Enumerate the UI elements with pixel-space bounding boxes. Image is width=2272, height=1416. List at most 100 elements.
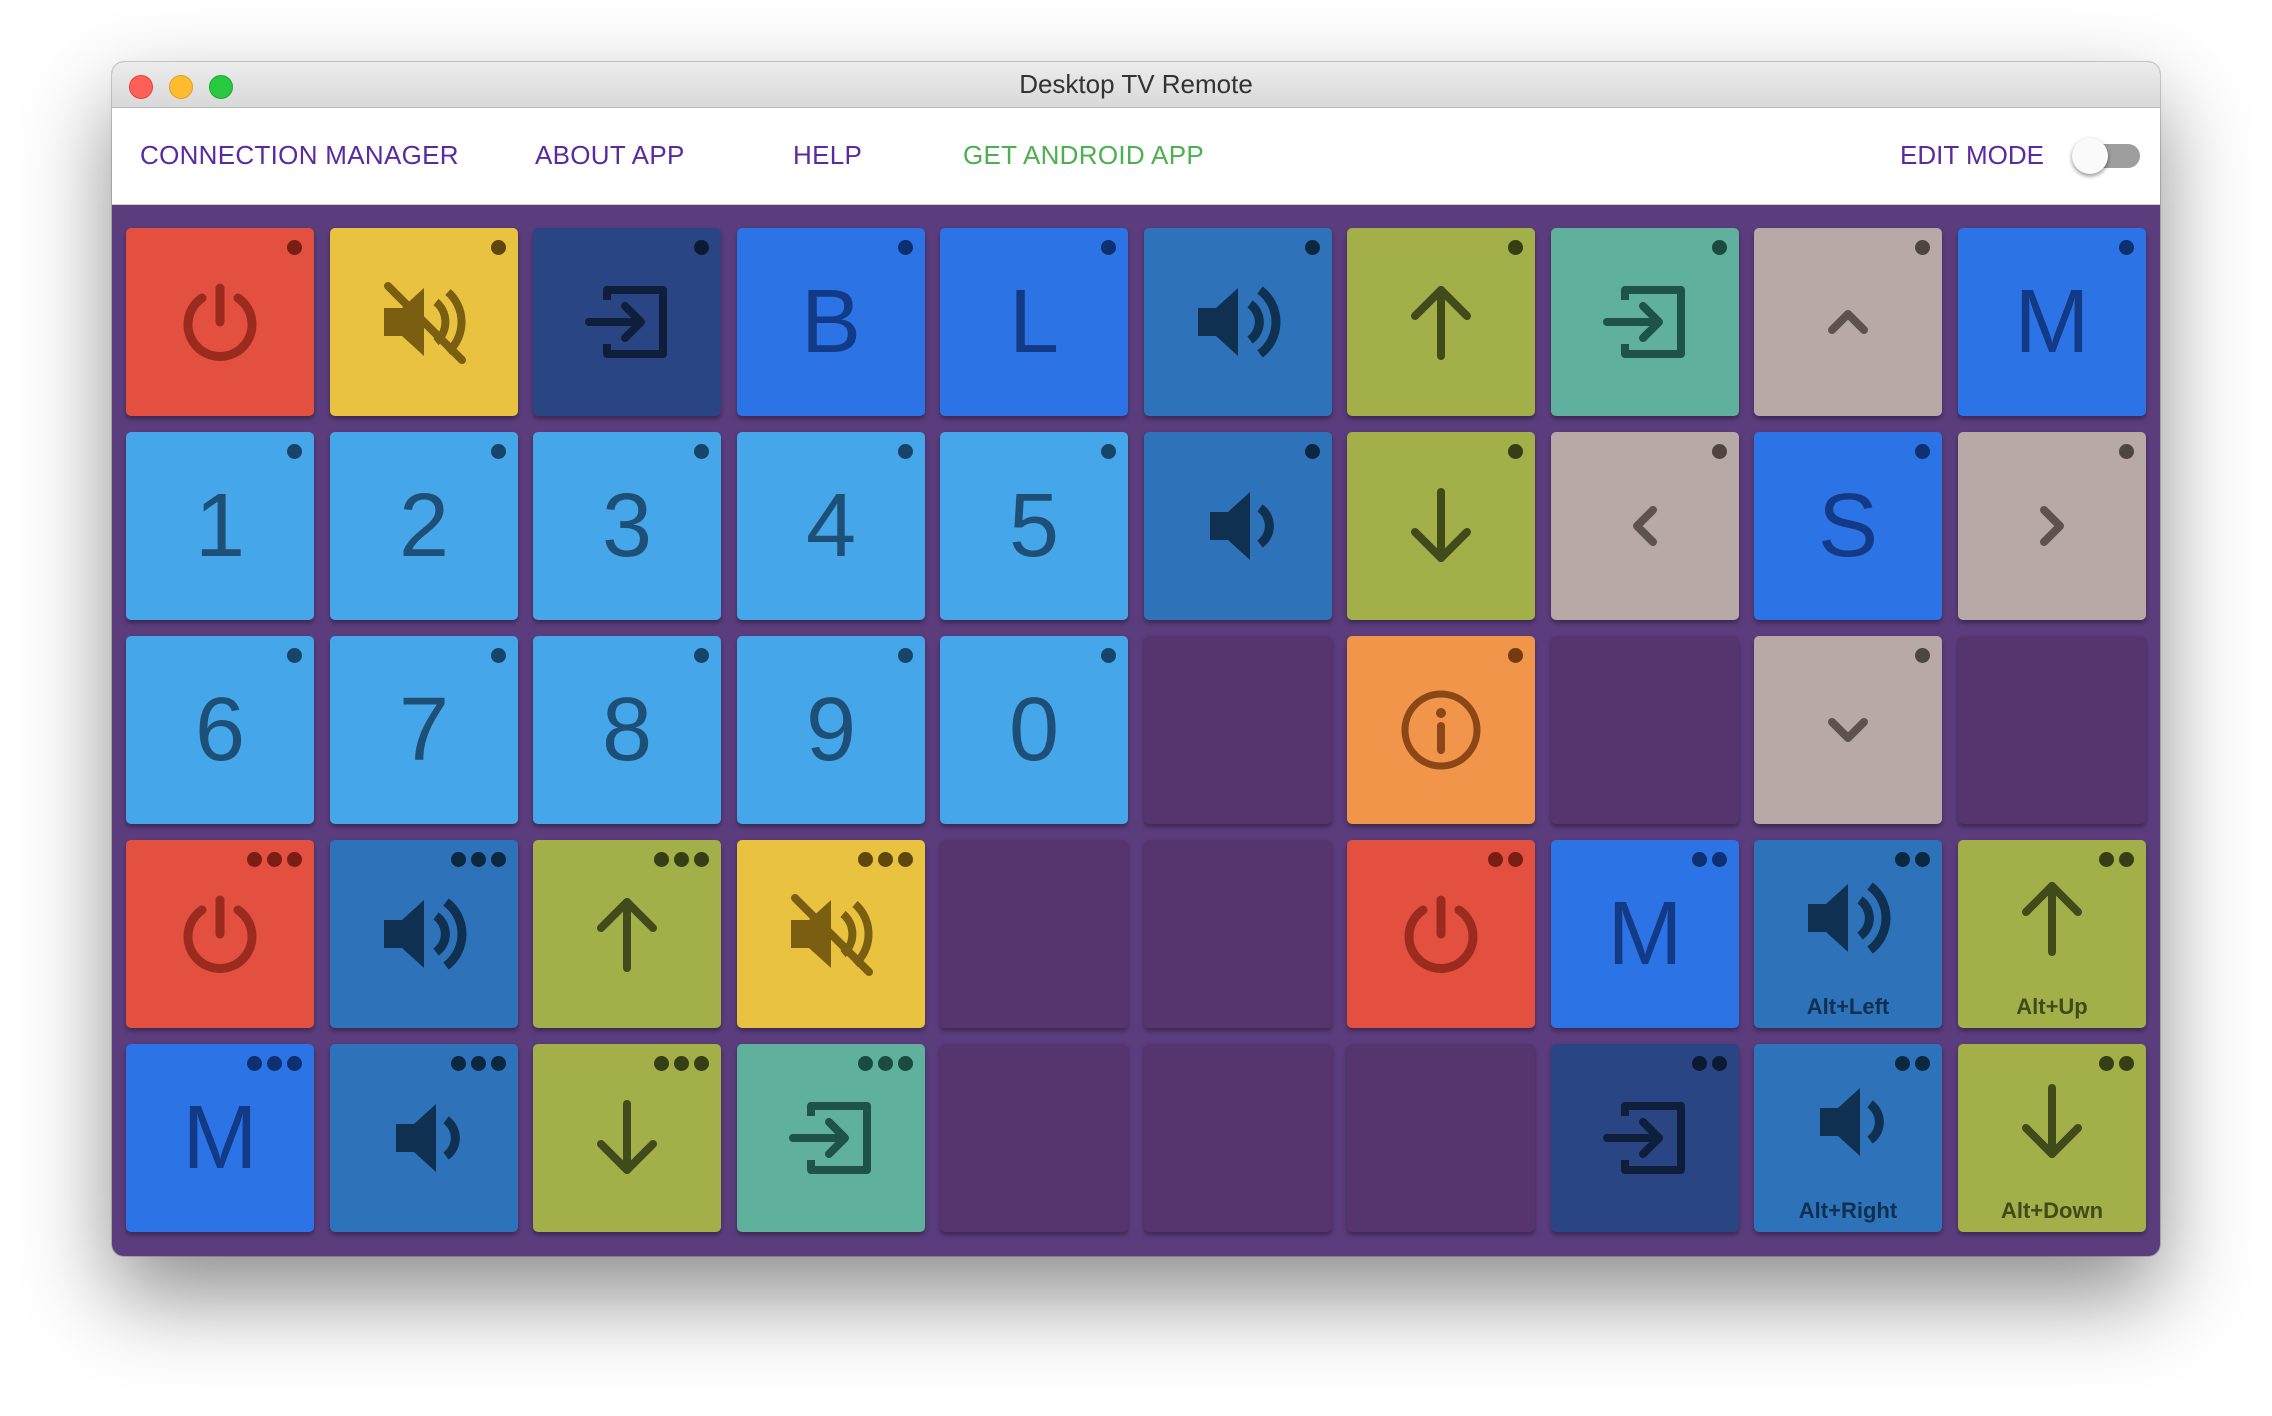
key-7-button[interactable]: 7 — [330, 636, 518, 824]
status-dots — [287, 444, 302, 459]
volume-down-button[interactable] — [330, 1044, 518, 1232]
key-9-button[interactable]: 9 — [737, 636, 925, 824]
empty-slot[interactable] — [1347, 1044, 1535, 1232]
power-button[interactable] — [1347, 840, 1535, 1028]
key-4-button[interactable]: 4 — [737, 432, 925, 620]
status-dot — [491, 444, 506, 459]
chevron-left-button[interactable] — [1551, 432, 1739, 620]
volume-up-button[interactable] — [1144, 228, 1332, 416]
status-dots — [858, 852, 913, 867]
status-dot — [858, 852, 873, 867]
status-dots — [2119, 444, 2134, 459]
key-s-button[interactable]: S — [1754, 432, 1942, 620]
volume-up-button[interactable] — [330, 840, 518, 1028]
tile-label: S — [1817, 476, 1879, 576]
arrow-down-button[interactable] — [533, 1044, 721, 1232]
arrow-down-icon — [597, 1100, 657, 1174]
shortcut-label: Alt+Right — [1798, 1198, 1898, 1223]
key-2-button[interactable]: 2 — [330, 432, 518, 620]
volume-down-button[interactable]: Alt+Right — [1754, 1044, 1942, 1232]
tile-label: 3 — [601, 476, 653, 576]
volume-up-button[interactable]: Alt+Left — [1754, 840, 1942, 1028]
chevron-right-button[interactable] — [1958, 432, 2146, 620]
empty-slot[interactable] — [1144, 840, 1332, 1028]
maximize-window-button[interactable] — [209, 75, 233, 99]
status-dot — [694, 852, 709, 867]
empty-slot[interactable] — [940, 840, 1128, 1028]
chevron-up-icon — [1828, 310, 1868, 334]
empty-slot[interactable] — [1958, 636, 2146, 824]
status-dots — [858, 1056, 913, 1071]
arrow-down-button[interactable] — [1347, 432, 1535, 620]
status-dot — [471, 852, 486, 867]
info-button[interactable] — [1347, 636, 1535, 824]
key-8-button[interactable]: 8 — [533, 636, 721, 824]
status-dot — [694, 240, 709, 255]
minimize-window-button[interactable] — [169, 75, 193, 99]
key-m-button[interactable]: M — [126, 1044, 314, 1232]
status-dot — [1712, 444, 1727, 459]
power-button[interactable] — [126, 228, 314, 416]
volume-up-icon — [384, 898, 467, 970]
get-android-app-link[interactable]: GET ANDROID APP — [963, 140, 1204, 171]
connection-manager-link[interactable]: CONNECTION MANAGER — [140, 140, 459, 171]
empty-slot[interactable] — [1144, 636, 1332, 824]
empty-slot[interactable] — [940, 1044, 1128, 1232]
key-1-button[interactable]: 1 — [126, 432, 314, 620]
chevron-up-button[interactable] — [1754, 228, 1942, 416]
tile-label: 9 — [805, 680, 857, 780]
key-0-button[interactable]: 0 — [940, 636, 1128, 824]
key-3-button[interactable]: 3 — [533, 432, 721, 620]
status-dot — [1915, 852, 1930, 867]
key-l-button[interactable]: L — [940, 228, 1128, 416]
arrow-up-button[interactable] — [533, 840, 721, 1028]
status-dots — [247, 852, 302, 867]
arrow-up-button[interactable]: Alt+Up — [1958, 840, 2146, 1028]
key-5-button[interactable]: 5 — [940, 432, 1128, 620]
key-m-button[interactable]: M — [1958, 228, 2146, 416]
app-window: Desktop TV Remote CONNECTION MANAGER ABO… — [112, 62, 2160, 1256]
key-6-button[interactable]: 6 — [126, 636, 314, 824]
status-dot — [1305, 444, 1320, 459]
help-link[interactable]: HELP — [793, 140, 862, 171]
empty-slot[interactable] — [1144, 1044, 1332, 1232]
status-dot — [287, 852, 302, 867]
status-dot — [1692, 852, 1707, 867]
empty-slot[interactable] — [1551, 636, 1739, 824]
window-title: Desktop TV Remote — [1019, 69, 1253, 99]
status-dot — [491, 648, 506, 663]
edit-mode-toggle[interactable] — [2072, 138, 2144, 174]
status-dot — [2119, 852, 2134, 867]
info-icon — [1401, 690, 1481, 770]
key-b-button[interactable]: B — [737, 228, 925, 416]
close-window-button[interactable] — [129, 75, 153, 99]
arrow-down-button[interactable]: Alt+Down — [1958, 1044, 2146, 1232]
volume-down-button[interactable] — [1144, 432, 1332, 620]
status-dots — [451, 852, 506, 867]
tile-label: L — [1008, 272, 1060, 372]
input-button[interactable] — [737, 1044, 925, 1232]
chevron-down-icon — [1828, 718, 1868, 742]
mute-button[interactable] — [737, 840, 925, 1028]
status-dot — [491, 1056, 506, 1071]
status-dots — [1915, 240, 1930, 255]
shortcut-label: Alt+Left — [1806, 994, 1890, 1019]
menu-bar: CONNECTION MANAGER ABOUT APP HELP GET AN… — [112, 108, 2160, 205]
mute-button[interactable] — [330, 228, 518, 416]
status-dot — [1508, 648, 1523, 663]
status-dot — [1712, 240, 1727, 255]
status-dot — [1101, 240, 1116, 255]
status-dot — [1712, 1056, 1727, 1071]
key-m-button[interactable]: M — [1551, 840, 1739, 1028]
tile-label: B — [800, 272, 862, 372]
chevron-down-button[interactable] — [1754, 636, 1942, 824]
power-button[interactable] — [126, 840, 314, 1028]
status-dot — [2099, 1056, 2114, 1071]
tile-label: 5 — [1008, 476, 1060, 576]
input-button[interactable] — [1551, 228, 1739, 416]
status-dots — [1488, 852, 1523, 867]
about-app-link[interactable]: ABOUT APP — [535, 140, 685, 171]
input-button[interactable] — [1551, 1044, 1739, 1232]
arrow-up-button[interactable] — [1347, 228, 1535, 416]
input-button[interactable] — [533, 228, 721, 416]
